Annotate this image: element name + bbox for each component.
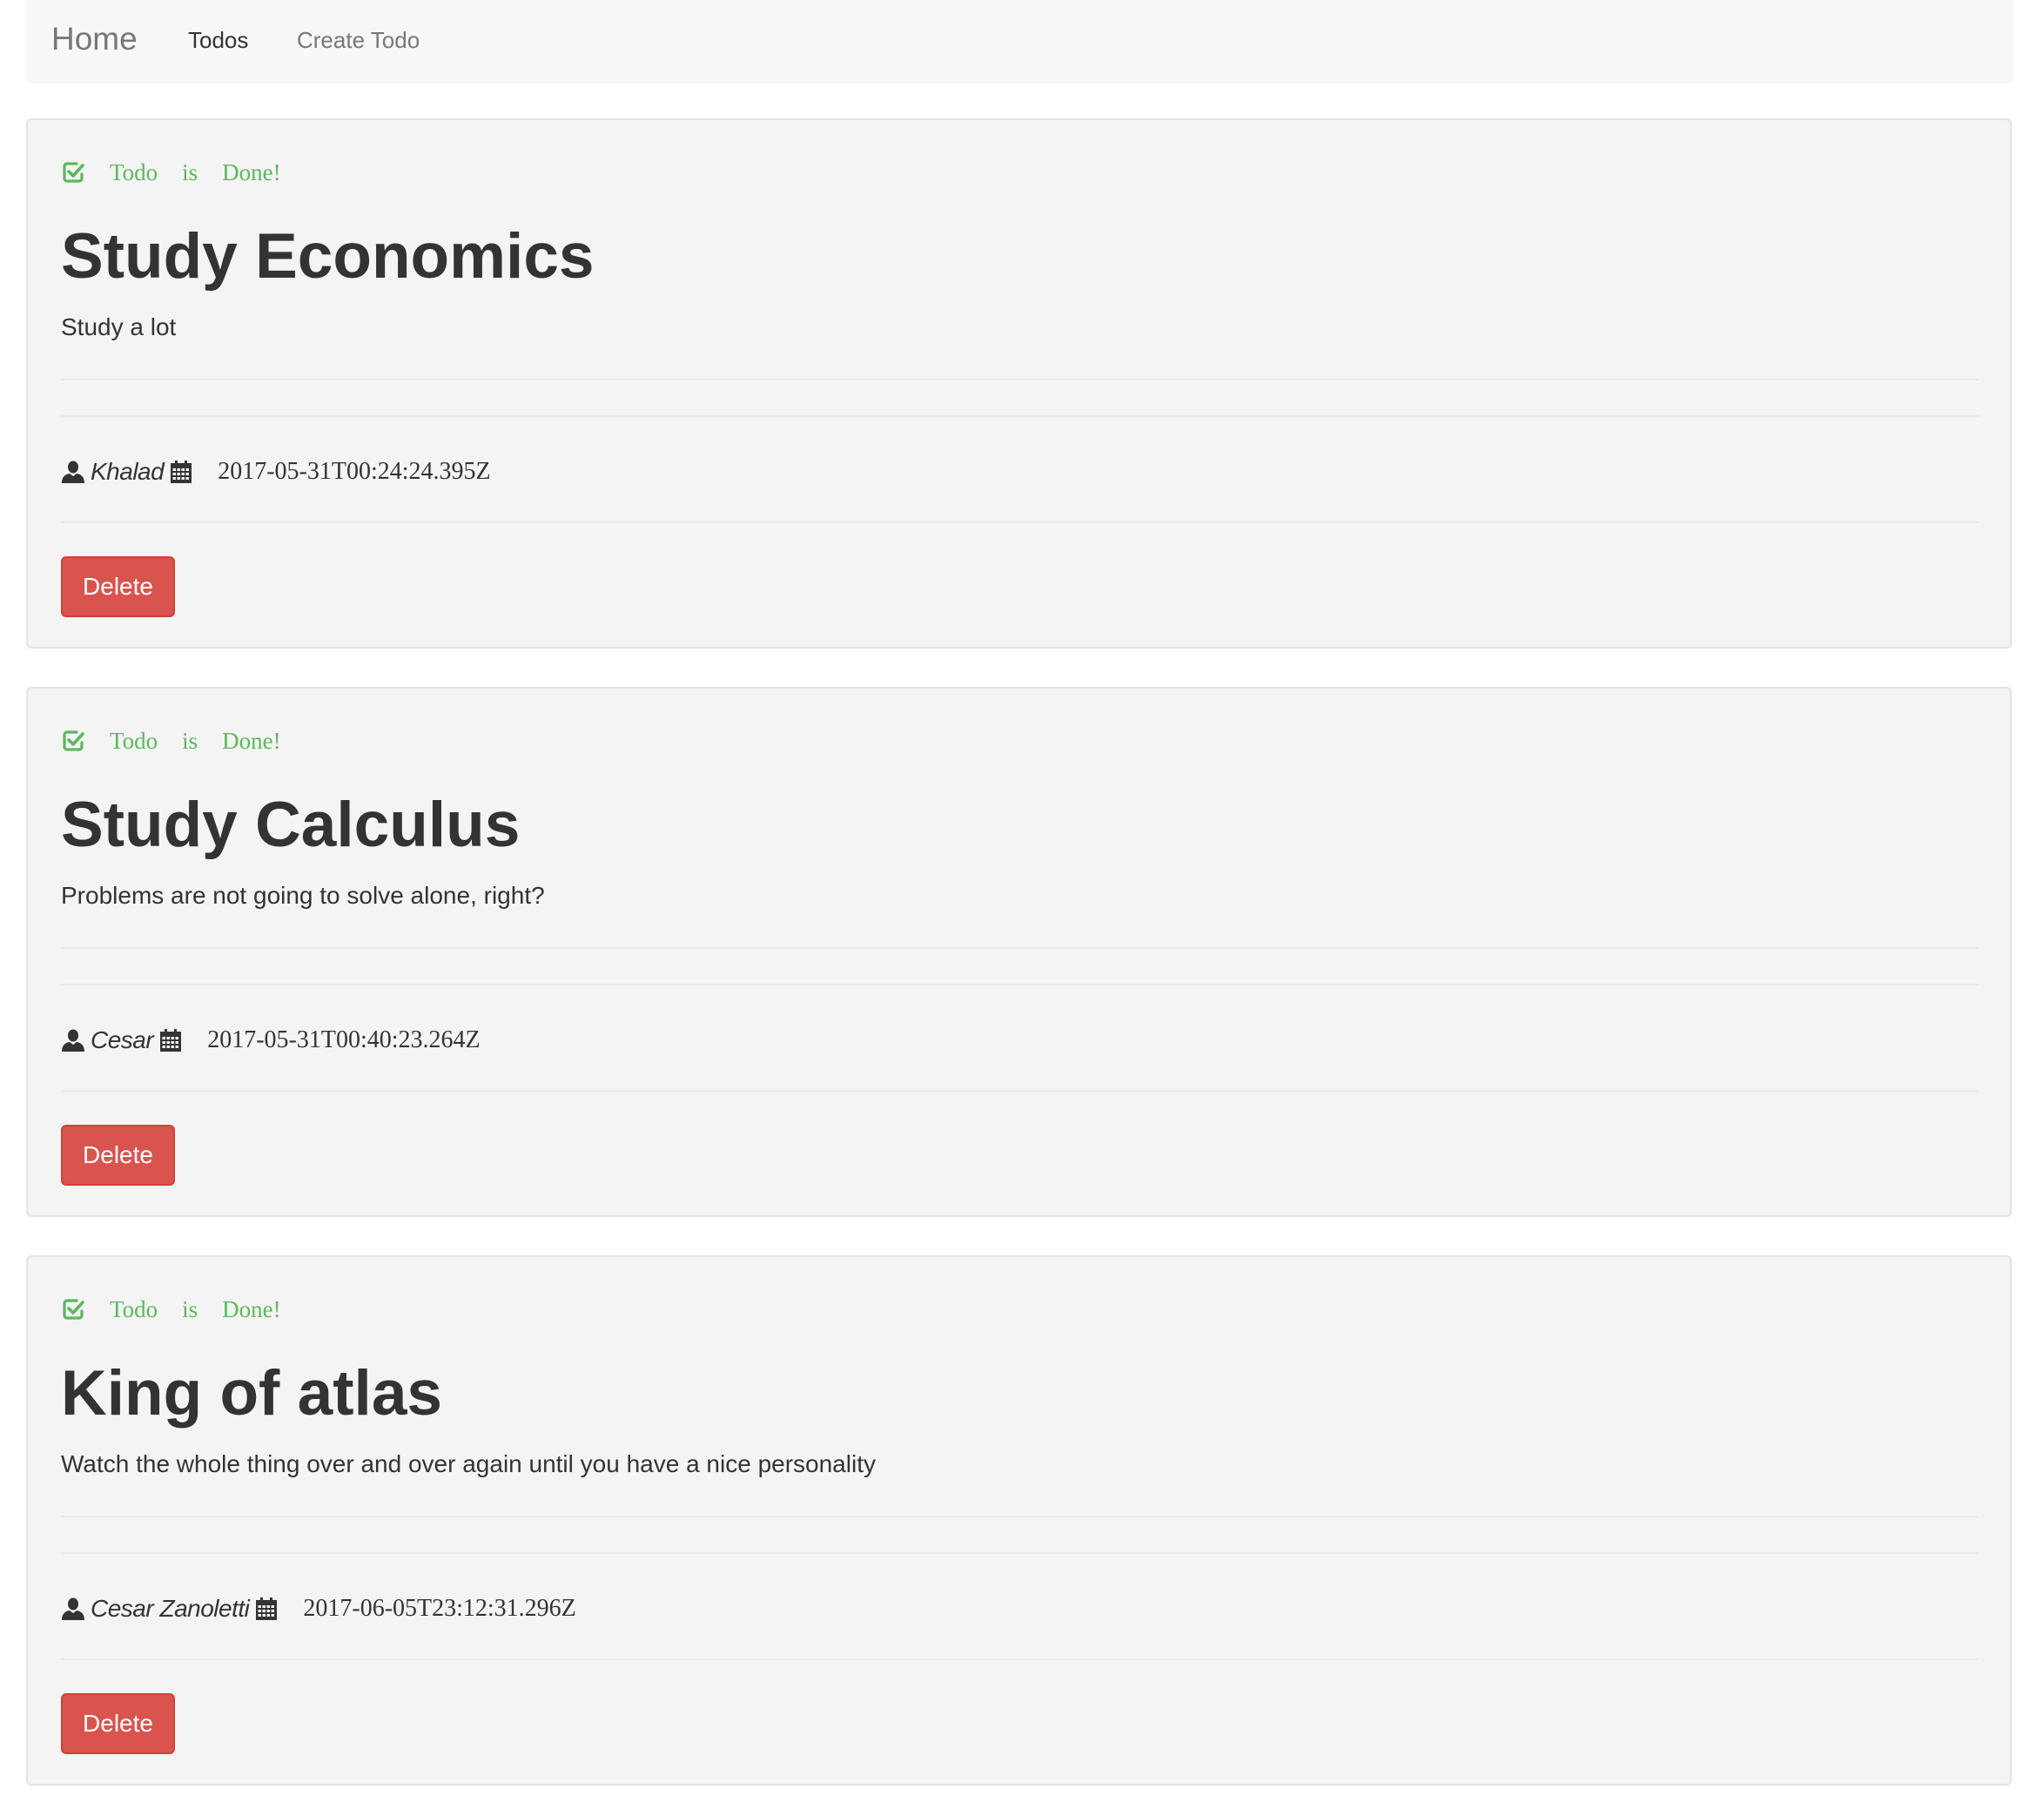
divider <box>61 1658 1979 1660</box>
divider <box>61 1090 1979 1092</box>
todo-author: Cesar Zanoletti <box>91 1595 250 1622</box>
todo-description: Study a lot <box>61 313 177 340</box>
nav-link-create-todo[interactable]: Create Todo <box>297 24 420 56</box>
status-word: Todo <box>110 158 158 185</box>
user-icon <box>62 461 84 483</box>
status-word: Todo <box>110 1295 158 1322</box>
todo-meta: Khalad 2017-05-31T00:24:24.395Z <box>61 451 491 493</box>
status-word: is <box>182 727 198 754</box>
status-word: is <box>182 1295 198 1322</box>
todo-title: Study Calculus <box>61 790 521 860</box>
todo-meta: Cesar 2017-05-31T00:40:23.264Z <box>61 1019 481 1061</box>
check-square-icon <box>63 1299 84 1320</box>
home-link[interactable]: Home <box>51 19 138 59</box>
calendar-icon <box>171 461 192 483</box>
todo-author: Khalad <box>91 458 165 485</box>
navbar: Home Todos Create Todo <box>26 0 2014 82</box>
check-square-icon <box>63 730 84 751</box>
todo-card: Todo is Done! Study Calculus Problems ar… <box>26 687 2012 1217</box>
delete-button[interactable]: Delete <box>61 556 175 617</box>
todo-card: Todo is Done! King of atlas Watch the wh… <box>26 1255 2012 1785</box>
todo-meta: Cesar Zanoletti 2017-06-05T23:12:31.296Z <box>61 1588 576 1630</box>
calendar-icon <box>160 1029 182 1052</box>
status-word: Done! <box>222 1295 281 1322</box>
todo-date: 2017-06-05T23:12:31.296Z <box>303 1595 576 1622</box>
todo-title: Study Economics <box>61 221 595 292</box>
user-icon <box>62 1597 84 1620</box>
divider <box>61 1552 1979 1554</box>
delete-button[interactable]: Delete <box>61 1693 175 1754</box>
todo-card: Todo is Done! Study Economics Study a lo… <box>26 118 2012 649</box>
todo-status: Todo is Done! <box>61 1292 306 1327</box>
todo-author: Cesar <box>91 1026 154 1053</box>
delete-button[interactable]: Delete <box>61 1125 175 1186</box>
todo-date: 2017-05-31T00:24:24.395Z <box>218 458 491 485</box>
user-icon <box>62 1029 84 1052</box>
status-word: Done! <box>222 727 281 754</box>
todo-description: Watch the whole thing over and over agai… <box>61 1450 876 1477</box>
status-word: Todo <box>110 727 158 754</box>
todo-description: Problems are not going to solve alone, r… <box>61 882 545 909</box>
status-word: Done! <box>222 158 281 185</box>
todo-status: Todo is Done! <box>61 155 306 190</box>
todo-title: King of atlas <box>61 1358 443 1429</box>
divider <box>61 521 1979 523</box>
divider <box>61 415 1979 417</box>
divider <box>61 1516 1979 1517</box>
nav-link-todos[interactable]: Todos <box>188 24 248 56</box>
divider <box>61 984 1979 985</box>
calendar-icon <box>256 1597 278 1620</box>
todo-status: Todo is Done! <box>61 723 306 758</box>
status-word: is <box>182 158 198 185</box>
check-square-icon <box>63 162 84 183</box>
divider <box>61 379 1979 380</box>
todo-date: 2017-05-31T00:40:23.264Z <box>207 1026 481 1053</box>
divider <box>61 947 1979 949</box>
